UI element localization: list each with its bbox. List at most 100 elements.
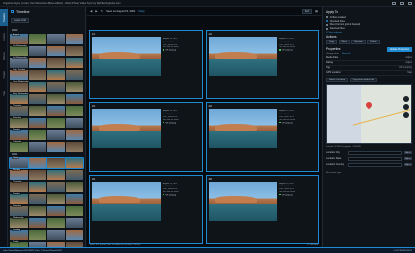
action-move-button[interactable]: Move (338, 40, 350, 45)
timeline-thumbnail[interactable] (28, 141, 46, 152)
action-copy-button[interactable]: Copy (326, 40, 338, 45)
apply-to-option[interactable]: Selected Files (326, 27, 412, 31)
location-map[interactable] (326, 83, 412, 144)
timeline-row[interactable]: May, Wednesday (10, 93, 83, 105)
timeline-row[interactable]: Calendar (10, 141, 83, 153)
photo-card[interactable]: 3/2 August 15, 2021 ☆☆☆☆☆ DSC_8659.JPG I… (205, 174, 319, 244)
timeline-thumbnail[interactable] (47, 33, 65, 44)
timeline-thumbnail[interactable] (47, 181, 65, 192)
timeline-thumbnail[interactable] (28, 33, 46, 44)
locate-icon[interactable] (403, 112, 409, 119)
timeline-thumbnail[interactable] (65, 181, 83, 192)
timeline-thumbnail[interactable] (28, 129, 46, 140)
timeline-thumbnail[interactable] (65, 193, 83, 204)
timeline-thumbnail[interactable] (65, 229, 83, 240)
timeline-thumbnail[interactable] (28, 105, 46, 116)
timeline-thumbnail[interactable] (65, 69, 83, 80)
property-row[interactable]: GPS Location Map (326, 71, 412, 76)
timeline-thumbnail[interactable] (47, 205, 65, 216)
timeline-thumbnail[interactable] (65, 93, 83, 104)
timeline-thumbnail[interactable] (65, 117, 83, 128)
timeline-thumbnail[interactable] (47, 129, 65, 140)
timeline-thumbnail[interactable] (65, 57, 83, 68)
property-value[interactable]: Adjust (405, 61, 412, 64)
timeline-row[interactable]: Thursday (10, 105, 83, 117)
photo-card[interactable]: 3/1 August 15, 2021 ☆☆☆☆☆ DSC_8658.JPG I… (89, 174, 203, 244)
timeline-thumbnail[interactable] (28, 69, 46, 80)
leave-grid-button[interactable]: Leave Grid (11, 17, 29, 23)
timeline-row[interactable]: Sunday (10, 193, 83, 205)
timeline-thumbnail[interactable] (27, 156, 47, 169)
action-delete-button[interactable]: Delete (367, 40, 380, 45)
photo-tag[interactable]: Off Jumping (163, 122, 200, 124)
show-all-link[interactable]: Show all (342, 53, 350, 55)
grid-view-icon[interactable]: ▦ (315, 9, 318, 14)
timeline-row[interactable]: Thursday (10, 181, 83, 193)
timeline-thumbnail[interactable] (28, 193, 46, 204)
timeline-row[interactable]: Saturday (10, 205, 83, 217)
rail-tab-albums[interactable]: Albums (0, 47, 8, 64)
refresh-icon[interactable]: ↻ (101, 9, 104, 13)
rating-stars-icon[interactable]: ☆☆☆☆☆ (163, 185, 200, 187)
timeline-thumbnail[interactable] (65, 33, 83, 44)
rail-tab-timeline[interactable]: Timeline (0, 9, 8, 26)
timeline-row[interactable]: Today (9, 156, 84, 169)
rating-stars-icon[interactable]: ☆☆☆☆☆ (163, 41, 200, 43)
timeline-row[interactable]: July, Tuesday (10, 69, 83, 81)
timeline-thumbnail[interactable] (47, 57, 65, 68)
timeline-row[interactable]: June Wednesday (10, 81, 83, 93)
back-arrow-icon[interactable]: ◀ (90, 9, 92, 13)
photo-card[interactable]: 2/1 August 15, 2021 ☆☆☆☆☆ DSC_8656.JPG I… (89, 102, 203, 172)
rail-tab-people[interactable]: People (0, 66, 8, 83)
timeline-thumbnail[interactable] (28, 57, 46, 68)
timeline-thumbnail[interactable] (64, 156, 84, 169)
timeline-thumbnail[interactable] (28, 117, 46, 128)
photo-thumbnail[interactable] (92, 37, 161, 76)
photo-card[interactable]: 1/1 August 15, 2021 ☆☆☆☆☆ DSC_8654.JPG I… (89, 30, 203, 100)
property-value[interactable]: Off Jumping (399, 66, 412, 69)
photo-tag[interactable]: Off Jumping (163, 194, 200, 196)
field-action-button[interactable]: Adjust (404, 162, 412, 167)
zoom-in-icon[interactable] (403, 96, 409, 103)
timeline-thumbnail[interactable] (28, 93, 46, 104)
timeline-thumbnail[interactable] (47, 141, 65, 152)
timeline-row[interactable]: August (10, 33, 83, 45)
forward-arrow-icon[interactable]: ▶ (95, 9, 97, 13)
timeline-row[interactable]: Landing (10, 229, 83, 241)
rail-tab-map[interactable]: Map (0, 85, 8, 102)
timeline-thumbnail[interactable] (28, 181, 46, 192)
today-link[interactable]: Today (138, 10, 144, 13)
action-rename-button[interactable]: Rename (351, 40, 366, 45)
photo-card[interactable]: 2/2 August 15, 2021 ☆☆☆☆☆ DSC_8657.JPG I… (205, 102, 319, 172)
copy-location-button[interactable]: Copy from another file (349, 77, 378, 82)
timeline-thumbnail[interactable] (28, 45, 46, 56)
photo-thumbnail[interactable] (92, 181, 161, 221)
field-action-button[interactable]: Adjust (404, 150, 412, 155)
timeline-thumbnail[interactable] (65, 105, 83, 116)
timeline-thumbnail[interactable] (47, 217, 65, 228)
sort-button[interactable]: Sort (301, 8, 313, 14)
timeline-thumbnail[interactable] (28, 81, 46, 92)
timeline-row[interactable]: Jul Wednesday (10, 57, 83, 69)
field-input[interactable] (348, 150, 402, 155)
timeline-thumbnail[interactable] (47, 229, 65, 240)
timeline-thumbnail[interactable] (28, 205, 46, 216)
property-value[interactable]: Map (407, 71, 412, 74)
timeline-thumbnail[interactable] (65, 217, 83, 228)
minimize-icon[interactable] (392, 1, 396, 5)
timeline-thumbnail[interactable] (47, 45, 65, 56)
timeline-thumbnail[interactable] (65, 141, 83, 152)
maximize-icon[interactable] (400, 1, 404, 5)
timeline-thumbnail[interactable] (47, 169, 65, 180)
timeline-thumbnail[interactable] (46, 156, 66, 169)
update-properties-button[interactable]: Update Properties (386, 47, 412, 52)
timeline-row[interactable]: Jul Wednesday (10, 45, 83, 57)
rating-stars-icon[interactable]: ☆☆☆☆☆ (279, 113, 316, 115)
timeline-thumbnail[interactable] (47, 105, 65, 116)
photo-tag[interactable]: Off Jumping (279, 194, 316, 196)
close-icon[interactable] (408, 1, 412, 5)
photo-thumbnail[interactable] (208, 109, 278, 149)
timeline-thumbnail[interactable] (47, 117, 65, 128)
photo-thumbnail[interactable] (92, 109, 161, 149)
timeline-row[interactable]: Saturday (10, 117, 83, 129)
